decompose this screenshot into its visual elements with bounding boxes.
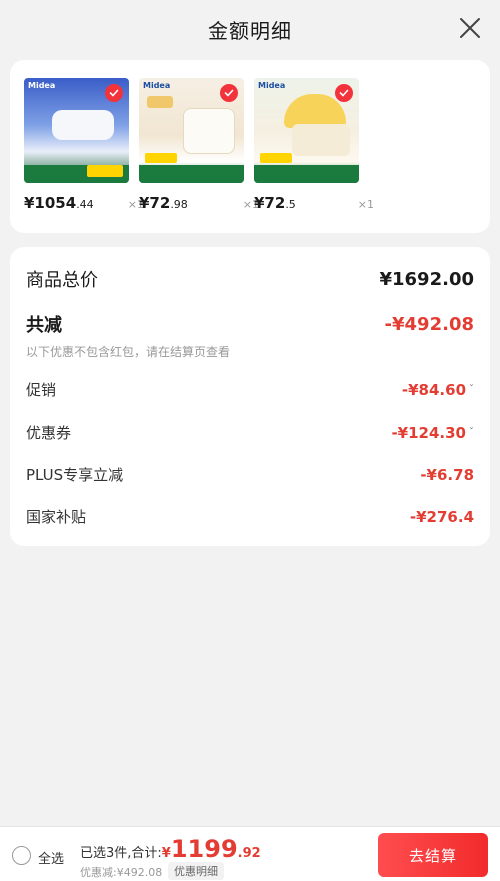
price-tag-graphic [145, 153, 177, 163]
total-row: 商品总价 ¥1692.00 [26, 266, 474, 292]
amount-details-card: 商品总价 ¥1692.00 共减 -¥492.08 以下优惠不包含红包，请在结算… [10, 247, 490, 546]
select-all-label[interactable]: 全选 [38, 848, 64, 867]
summary-currency: ¥ [161, 846, 171, 861]
discount-detail-button[interactable]: 优惠明细 [168, 862, 224, 880]
water-heater-illustration [52, 110, 114, 140]
bottom-bar: 全选 已选3件,合计: ¥ 1199 .92 优惠减:¥492.08 优惠明细 … [0, 826, 500, 881]
promotion-row[interactable]: 促销 -¥84.60 ˇ [26, 379, 474, 400]
product-image: Midea [254, 78, 359, 183]
checkout-button[interactable]: 去结算 [378, 833, 488, 877]
discount-note: 以下优惠不包含红包，请在结算页查看 [26, 345, 231, 359]
close-button[interactable] [458, 16, 482, 40]
plus-discount-value: -¥6.78 [420, 465, 474, 484]
promotion-label: 促销 [26, 381, 57, 399]
close-icon [460, 18, 480, 38]
chevron-down-icon: ˇ [469, 384, 474, 395]
total-value: ¥1692.00 [379, 268, 474, 290]
total-label: 商品总价 [26, 270, 98, 291]
product-item[interactable]: Midea ¥72.5 ×1 [254, 78, 374, 212]
coupon-row[interactable]: 优惠券 -¥124.30 ˇ [26, 422, 474, 443]
plus-discount-row: PLUS专享立减 -¥6.78 [26, 464, 474, 485]
product-price-row: ¥72.5 ×1 [254, 194, 374, 216]
cooker-illustration [292, 124, 350, 156]
price-tag-graphic [260, 153, 292, 163]
national-subsidy-row: 国家补贴 -¥276.4 [26, 506, 474, 527]
product-item[interactable]: Midea ¥72.98 ×1 [139, 78, 259, 212]
product-image: Midea [139, 78, 244, 183]
reduce-row: 共减 -¥492.08 [26, 311, 474, 337]
product-item[interactable]: Midea ¥1054.44 ×1 [24, 78, 144, 212]
summary-prefix: 已选3件,合计: [80, 846, 162, 861]
select-all-radio[interactable] [12, 846, 31, 865]
chevron-down-icon: ˇ [469, 427, 474, 438]
product-price-row: ¥72.98 ×1 [139, 194, 259, 216]
product-image: Midea [24, 78, 129, 183]
reduce-label: 共减 [26, 315, 62, 336]
summary-amount-int: 1199 [170, 835, 238, 863]
product-price: ¥72.5 [254, 194, 296, 212]
national-subsidy-value: -¥276.4 [409, 507, 474, 526]
header: 金额明细 [0, 0, 500, 58]
price-tag-graphic [87, 165, 123, 177]
check-icon[interactable] [105, 84, 123, 102]
discount-line: 优惠减:¥492.08 [80, 866, 163, 879]
check-icon[interactable] [220, 84, 238, 102]
product-price: ¥1054.44 [24, 194, 94, 212]
brand-logo: Midea [28, 81, 56, 90]
steamer-illustration [183, 108, 235, 154]
subsidy-banner [254, 165, 359, 183]
summary-amount-dec: .92 [237, 846, 261, 861]
coupon-label: 优惠券 [26, 424, 72, 442]
plus-discount-label: PLUS专享立减 [26, 466, 124, 484]
product-price: ¥72.98 [139, 194, 188, 212]
order-summary: 已选3件,合计: ¥ 1199 .92 [80, 835, 261, 863]
food-illustration [147, 96, 173, 108]
product-qty: ×1 [357, 198, 374, 211]
subsidy-banner [139, 165, 244, 183]
brand-logo: Midea [258, 81, 286, 90]
promotion-value: -¥84.60 ˇ [401, 380, 474, 399]
product-price-row: ¥1054.44 ×1 [24, 194, 144, 216]
check-icon[interactable] [335, 84, 353, 102]
national-subsidy-label: 国家补贴 [26, 508, 87, 526]
products-card: Midea ¥1054.44 ×1 Midea ¥72.98 ×1 Midea … [10, 60, 490, 233]
page-title: 金额明细 [208, 18, 292, 43]
reduce-value: -¥492.08 [384, 313, 474, 335]
brand-logo: Midea [143, 81, 171, 90]
coupon-value: -¥124.30 ˇ [391, 423, 474, 442]
